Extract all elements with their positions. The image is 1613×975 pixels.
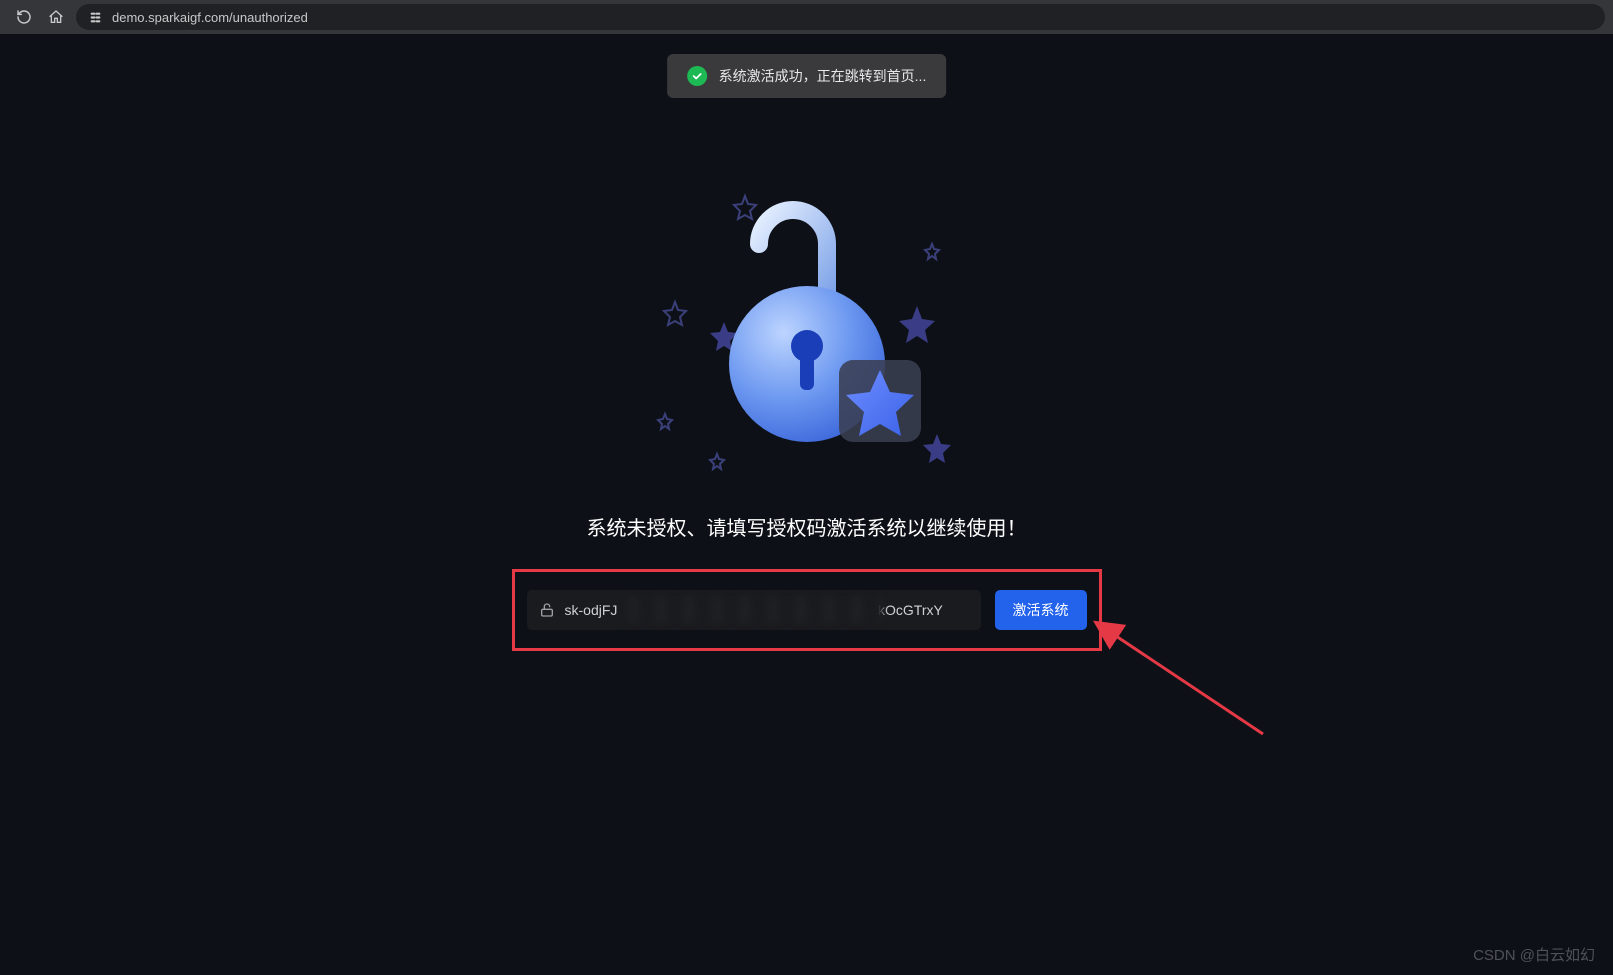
success-toast: 系统激活成功，正在跳转到首页... (667, 54, 947, 98)
home-icon[interactable] (48, 9, 64, 25)
watermark-text: CSDN @白云如幻 (1473, 944, 1595, 965)
check-circle-icon (687, 66, 707, 86)
lock-illustration (627, 174, 987, 494)
activation-form-highlight: 激活系统 (512, 569, 1102, 651)
page-content: 系统激活成功，正在跳转到首页... (0, 34, 1613, 975)
unauthorized-heading: 系统未授权、请填写授权码激活系统以继续使用！ (587, 512, 1027, 541)
toast-message: 系统激活成功，正在跳转到首页... (719, 66, 927, 86)
activate-button[interactable]: 激活系统 (995, 590, 1087, 630)
unlock-icon (539, 602, 555, 618)
reload-icon[interactable] (16, 9, 32, 25)
license-input-wrap[interactable] (527, 590, 981, 630)
site-settings-icon[interactable] (88, 10, 102, 24)
browser-toolbar: demo.sparkaigf.com/unauthorized (0, 0, 1613, 34)
address-bar[interactable]: demo.sparkaigf.com/unauthorized (76, 4, 1605, 30)
redacted-overlay (627, 597, 883, 623)
url-text: demo.sparkaigf.com/unauthorized (112, 10, 308, 25)
